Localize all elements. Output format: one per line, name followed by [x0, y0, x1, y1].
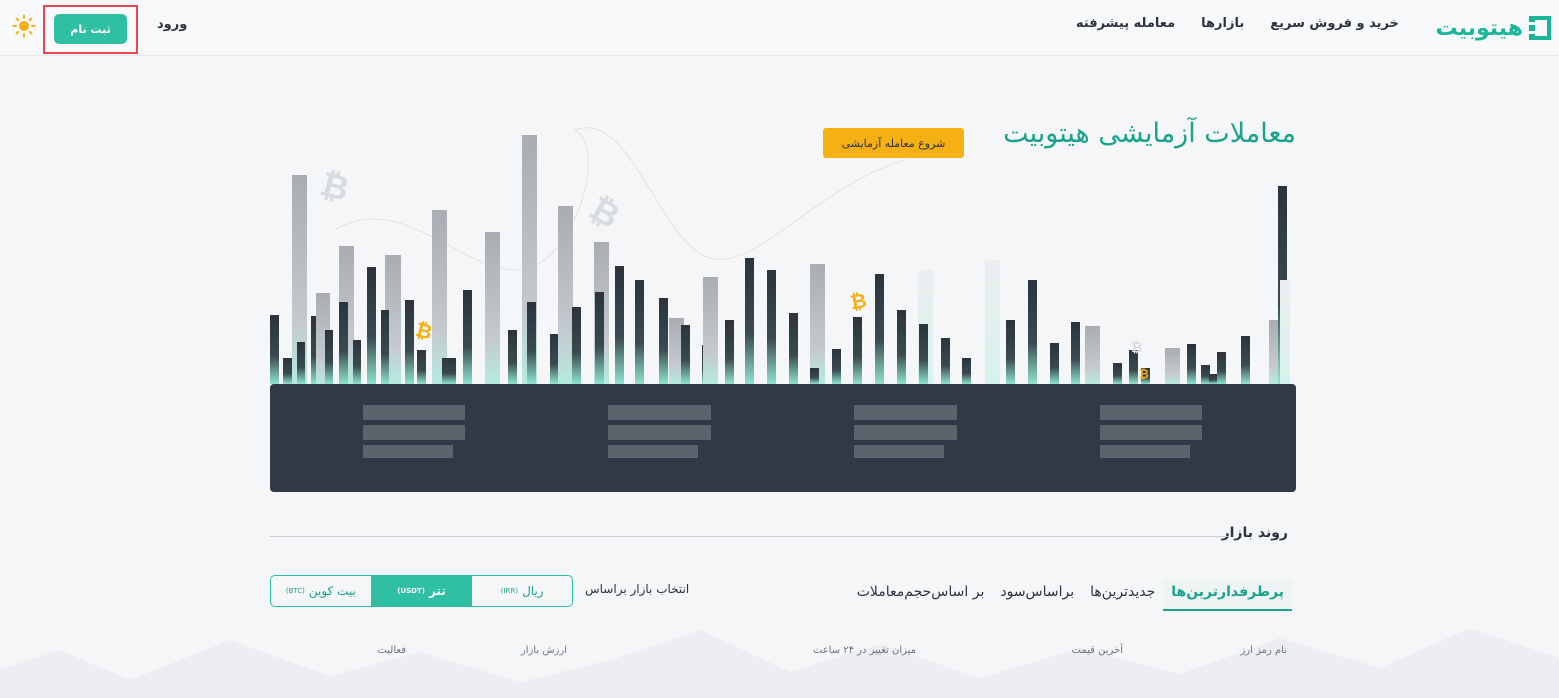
svg-text:₿: ₿ — [1131, 340, 1142, 356]
decorative-bar — [353, 340, 361, 384]
decorative-bar — [485, 232, 500, 384]
decorative-bar — [595, 292, 604, 384]
decorative-bar — [941, 338, 950, 384]
decorative-bar — [508, 330, 517, 384]
decorative-bar — [875, 274, 884, 384]
nav-advanced-trade[interactable]: معامله پیشرفته — [1076, 16, 1175, 31]
main-nav: خرید و فروش سریع بازارها معامله پیشرفته — [1076, 16, 1399, 31]
decorative-bar — [810, 264, 825, 384]
column-header-market-cap: ارزش بازار — [520, 645, 567, 656]
decorative-bar — [1241, 336, 1250, 384]
nav-quick-trade[interactable]: خرید و فروش سریع — [1270, 16, 1399, 31]
svg-text:₿: ₿ — [1139, 367, 1149, 381]
decorative-bar — [659, 298, 668, 384]
decorative-bar — [832, 349, 841, 384]
start-demo-trade-button[interactable]: شروع معامله آزمایشی — [823, 128, 964, 158]
decorative-bar — [572, 307, 581, 384]
column-header-last-price: آخرین قیمت — [1071, 645, 1123, 656]
decorative-bar — [919, 324, 928, 384]
decorative-bar — [1028, 280, 1037, 384]
login-link[interactable]: ورود — [157, 17, 187, 32]
tab-by-volume[interactable]: بر اساس‌حجم‌معاملات — [849, 580, 993, 611]
decorative-bar — [897, 310, 906, 384]
decorative-bar — [283, 358, 292, 384]
market-trend-title: روند بازار — [1221, 525, 1288, 541]
market-usdt-option[interactable]: تتر (USDT) — [370, 576, 472, 606]
ticker-panel-loading — [270, 384, 1296, 492]
tab-most-popular[interactable]: پرطرفدارترین‌ها — [1163, 580, 1292, 611]
market-usdt-code: (USDT) — [397, 587, 425, 595]
market-select-label: انتخاب بازار براساس — [585, 582, 690, 596]
decorative-bar — [1085, 326, 1100, 384]
decorative-bar — [853, 317, 862, 384]
market-irr-option[interactable]: ریال (IRR) — [471, 576, 572, 606]
brand-name: هیتوبیت — [1435, 15, 1524, 41]
decorative-bar — [558, 206, 573, 384]
decorative-bar — [789, 313, 798, 384]
top-header: هیتوبیت خرید و فروش سریع بازارها معامله … — [0, 0, 1559, 56]
decorative-bar — [1187, 344, 1196, 384]
market-selector: بیت کوین (BTC) تتر (USDT) ریال (IRR) — [270, 575, 573, 607]
decorative-bar — [367, 267, 376, 384]
decorative-bar — [325, 330, 333, 384]
logo-icon — [1529, 16, 1551, 40]
decorative-bar — [1165, 348, 1180, 384]
decorative-bar — [810, 368, 819, 384]
market-btc-code: (BTC) — [285, 587, 305, 595]
decorative-bar — [1217, 352, 1226, 384]
tab-by-profit[interactable]: براساس‌سود — [992, 580, 1082, 611]
sun-icon[interactable] — [12, 14, 36, 38]
decorative-bar — [432, 210, 447, 384]
svg-text:₿: ₿ — [848, 288, 868, 314]
decorative-bar — [767, 270, 776, 384]
decorative-bar — [725, 320, 734, 384]
decorative-bar — [297, 342, 305, 384]
decorative-bar — [270, 315, 279, 384]
decorative-bar — [550, 334, 559, 384]
decorative-bar — [381, 310, 389, 384]
decorative-bar — [1006, 320, 1015, 384]
decorative-bar — [745, 258, 754, 384]
nav-markets[interactable]: بازارها — [1201, 16, 1244, 31]
decorative-bar — [703, 277, 718, 384]
decorative-bar — [1071, 322, 1080, 384]
column-header-24h-change: میزان تغییر در ۲۴ ساعت — [812, 645, 916, 656]
decorative-bar — [1209, 374, 1218, 384]
decorative-bar — [635, 280, 644, 384]
hero-title: معاملات آزمایشی هیتوبیت — [1003, 118, 1296, 149]
decorative-bar — [463, 290, 472, 384]
signup-button[interactable]: ثبت نام — [54, 14, 127, 44]
decorative-bar — [527, 302, 536, 384]
market-usdt-name: تتر — [428, 584, 446, 598]
decorative-bar — [615, 266, 624, 384]
mountain-background — [0, 628, 1559, 698]
market-irr-code: (IRR) — [500, 587, 519, 595]
decorative-bar — [442, 358, 456, 384]
market-btc-name: بیت کوین — [308, 584, 356, 598]
column-header-name: نام رمز ارز — [1240, 645, 1287, 656]
decorative-bar — [985, 260, 1000, 384]
decorative-bar — [405, 300, 414, 384]
svg-text:₿: ₿ — [582, 189, 626, 238]
decorative-bar — [339, 302, 348, 384]
market-btc-option[interactable]: بیت کوین (BTC) — [271, 576, 371, 606]
decorative-bar — [1050, 343, 1059, 384]
decorative-bar — [1113, 363, 1122, 384]
svg-text:₿: ₿ — [413, 317, 435, 344]
brand-logo[interactable]: هیتوبیت — [1435, 12, 1551, 44]
section-divider — [270, 536, 1228, 537]
hero-bar-illustration: ₿ ₿ ₿ ₿ ₿ ₿ — [270, 127, 1290, 384]
decorative-bar — [417, 350, 426, 384]
tab-newest[interactable]: جدیدترین‌ها — [1082, 580, 1163, 611]
trend-tabs: پرطرفدارترین‌ها جدیدترین‌ها براساس‌سود ب… — [849, 580, 1292, 611]
decorative-bar — [681, 325, 690, 384]
decorative-bar — [1201, 365, 1210, 384]
svg-text:₿: ₿ — [316, 164, 353, 210]
decorative-bar — [962, 358, 971, 384]
signup-highlight: ثبت نام — [43, 5, 138, 54]
column-header-activity: فعالیت — [377, 645, 406, 656]
market-irr-name: ریال — [522, 584, 544, 598]
decorative-bar — [1280, 280, 1290, 384]
